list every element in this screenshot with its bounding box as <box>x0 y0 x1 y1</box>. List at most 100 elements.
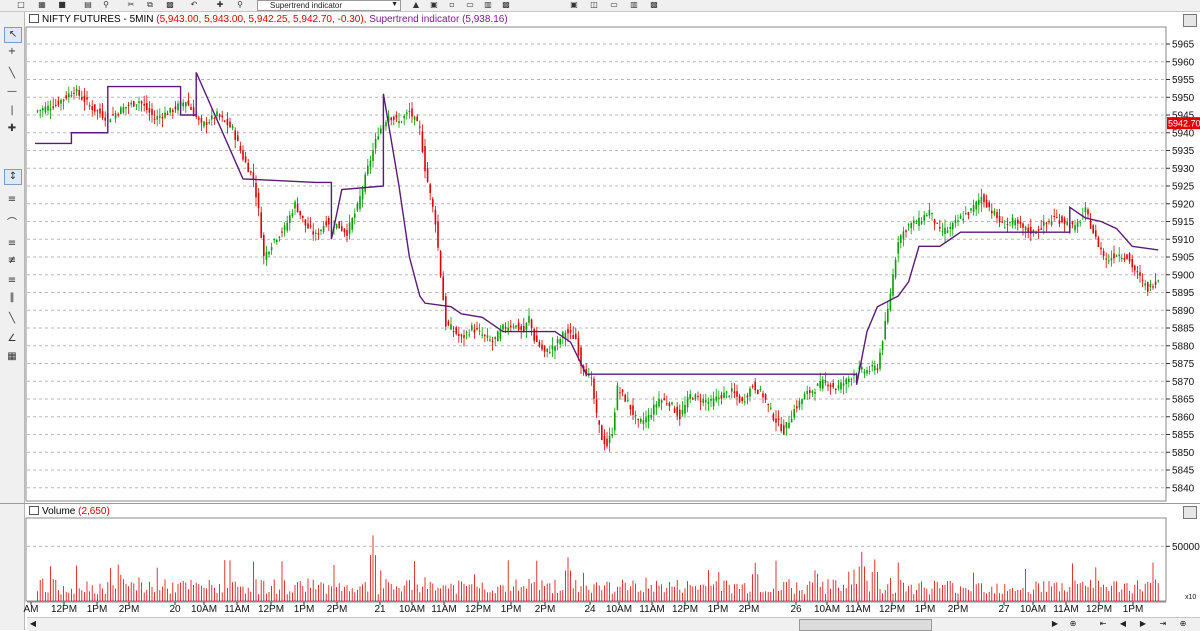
scroll-next-icon[interactable]: ▶ <box>1137 618 1149 630</box>
candle-body <box>1092 225 1094 234</box>
candle-body <box>42 108 44 111</box>
price-chart[interactable]: 5965596059555950594559405935593059255920… <box>0 0 1200 630</box>
candle-body <box>49 108 52 111</box>
time-tick-label: 2PM <box>119 604 140 615</box>
candle <box>125 106 127 116</box>
candle-body <box>39 110 41 112</box>
scroll-thumb[interactable] <box>799 619 932 631</box>
candle-body <box>273 239 275 241</box>
candle-body <box>749 388 751 397</box>
candle-body <box>525 322 528 331</box>
candle-body <box>439 251 442 277</box>
candle <box>239 141 242 154</box>
scroll-last-icon[interactable]: ⇥ <box>1157 618 1169 630</box>
candle <box>1056 209 1058 219</box>
horizontal-scrollbar[interactable]: ◀ ▶ ⊕ ⇤ ◀ ▶ ⇥ ⊕ <box>27 617 1200 631</box>
candle-body <box>900 235 902 243</box>
candle-body <box>510 325 512 328</box>
candle <box>497 330 499 342</box>
candle <box>57 96 60 107</box>
candle <box>1154 273 1157 289</box>
candle-body <box>57 100 60 105</box>
candle <box>478 323 481 336</box>
candle-body <box>590 377 593 379</box>
candle <box>395 111 398 123</box>
scroll-prev-icon[interactable]: ◀ <box>1117 618 1129 630</box>
candle-body <box>283 225 286 230</box>
candle-body <box>530 319 533 328</box>
candle-body <box>816 383 819 386</box>
candle <box>1123 253 1126 262</box>
candle-body <box>741 397 743 402</box>
candle <box>980 188 983 212</box>
candle <box>731 382 733 399</box>
candle <box>455 325 457 336</box>
scroll-first-icon[interactable]: ⇤ <box>1097 618 1109 630</box>
time-tick-label: 2PM <box>535 604 556 615</box>
candle <box>94 104 96 115</box>
candle <box>1118 247 1120 263</box>
candle-body <box>434 209 437 225</box>
candle <box>640 417 642 425</box>
candle <box>637 418 639 428</box>
candle <box>785 421 788 436</box>
candle-body <box>845 378 847 385</box>
candle <box>460 333 463 343</box>
candle <box>491 336 494 351</box>
candle-body <box>777 418 780 421</box>
candle <box>260 206 262 239</box>
candle <box>364 171 366 195</box>
candle-body <box>543 345 546 352</box>
scroll-left-icon[interactable]: ◀ <box>27 618 39 630</box>
candle <box>533 327 535 344</box>
candle-body <box>897 242 899 254</box>
candle-body <box>312 231 314 235</box>
candle <box>86 90 88 106</box>
candle <box>83 88 86 111</box>
candle <box>996 209 998 224</box>
candle-body <box>1141 279 1144 281</box>
candle-body <box>980 196 983 204</box>
zoom-out-icon[interactable]: ⊕ <box>1067 618 1079 630</box>
candle-body <box>611 434 613 437</box>
candle-body <box>101 110 104 118</box>
candle <box>304 219 307 233</box>
candle-body <box>595 399 598 413</box>
candle <box>926 212 928 217</box>
candle <box>1092 224 1094 234</box>
candle <box>941 222 944 237</box>
candle-body <box>944 227 946 234</box>
candle <box>1144 279 1146 291</box>
candle-body <box>476 327 478 330</box>
candle-body <box>260 212 262 238</box>
candle <box>723 386 725 399</box>
candle <box>348 214 351 240</box>
candle <box>1149 279 1152 292</box>
candle-body <box>445 296 447 327</box>
candle <box>1134 264 1136 276</box>
volume-bars <box>37 535 1159 601</box>
candle-body <box>668 402 671 407</box>
time-tick-label: 10AM <box>606 604 632 615</box>
candle-body <box>811 390 814 394</box>
candle <box>481 327 483 339</box>
candle-body <box>276 239 278 243</box>
candle <box>96 109 99 120</box>
candle <box>874 360 876 375</box>
candle-body <box>720 394 723 399</box>
zoom-in-icon[interactable]: ⊕ <box>1177 618 1189 630</box>
scroll-right-icon[interactable]: ▶ <box>1049 618 1061 630</box>
candle <box>767 403 769 413</box>
candle <box>343 227 346 237</box>
candle <box>551 337 554 358</box>
candle <box>166 110 169 116</box>
candle-body <box>983 194 985 203</box>
price-tick-label: 5965 <box>1172 40 1195 51</box>
candle-body <box>988 202 990 208</box>
candle <box>78 86 80 100</box>
candle-body <box>159 116 161 118</box>
candle <box>164 106 166 120</box>
candle <box>1017 217 1019 231</box>
candle <box>62 98 65 110</box>
candle <box>291 209 294 219</box>
